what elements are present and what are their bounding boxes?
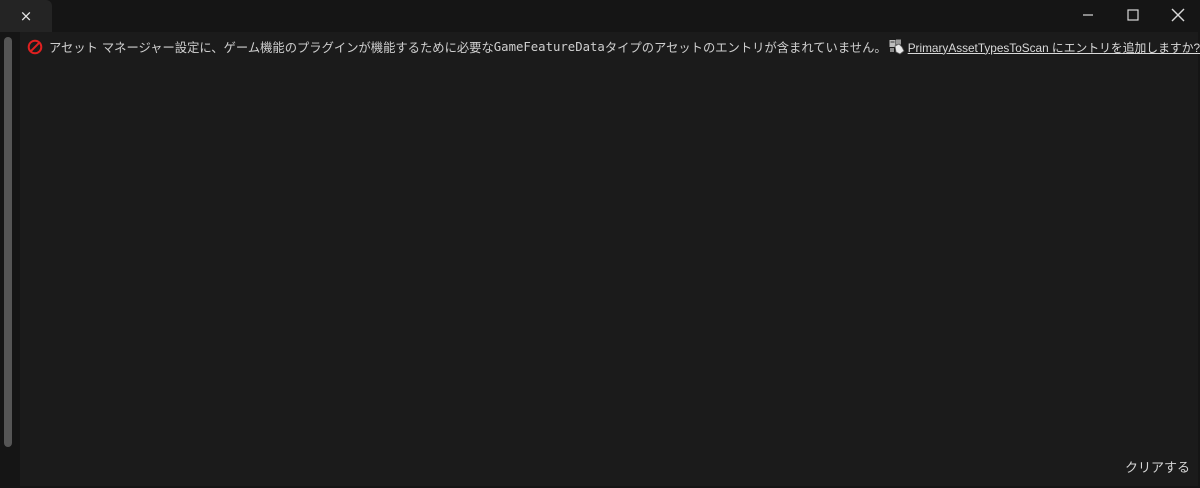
minimize-icon <box>1082 14 1093 16</box>
window-controls <box>1065 0 1200 30</box>
message-code-text: GameFeatureData <box>493 40 605 54</box>
minimize-button[interactable] <box>1065 0 1110 30</box>
error-no-entry-icon <box>27 39 43 55</box>
tab-close-icon[interactable]: × <box>20 8 33 24</box>
tab[interactable]: × <box>0 0 52 32</box>
close-icon <box>1171 8 1184 22</box>
log-message: アセット マネージャー設定に、ゲーム機能のプラグインが機能するために必要な Gam… <box>27 38 1200 56</box>
message-text-after: タイプのアセットのエントリが含まれていません。 <box>604 41 887 55</box>
asset-fix-icon[interactable] <box>889 39 906 55</box>
message-log-window: × アセット マネージャー設定に、ゲーム機能のプラグインが機能するために必要な … <box>0 0 1200 488</box>
message-text-before: アセット マネージャー設定に、ゲーム機能のプラグインが機能するために必要な <box>49 41 494 55</box>
maximize-button[interactable] <box>1110 0 1155 30</box>
maximize-icon <box>1126 9 1139 21</box>
add-entry-link[interactable]: PrimaryAssetTypesToScan にエントリを追加しますか? <box>908 39 1200 56</box>
vertical-scrollbar[interactable] <box>4 37 12 447</box>
message-log-panel <box>20 32 1198 486</box>
close-window-button[interactable] <box>1155 0 1200 30</box>
clear-button[interactable]: クリアする <box>1125 457 1190 476</box>
title-bar: × <box>0 0 1200 32</box>
